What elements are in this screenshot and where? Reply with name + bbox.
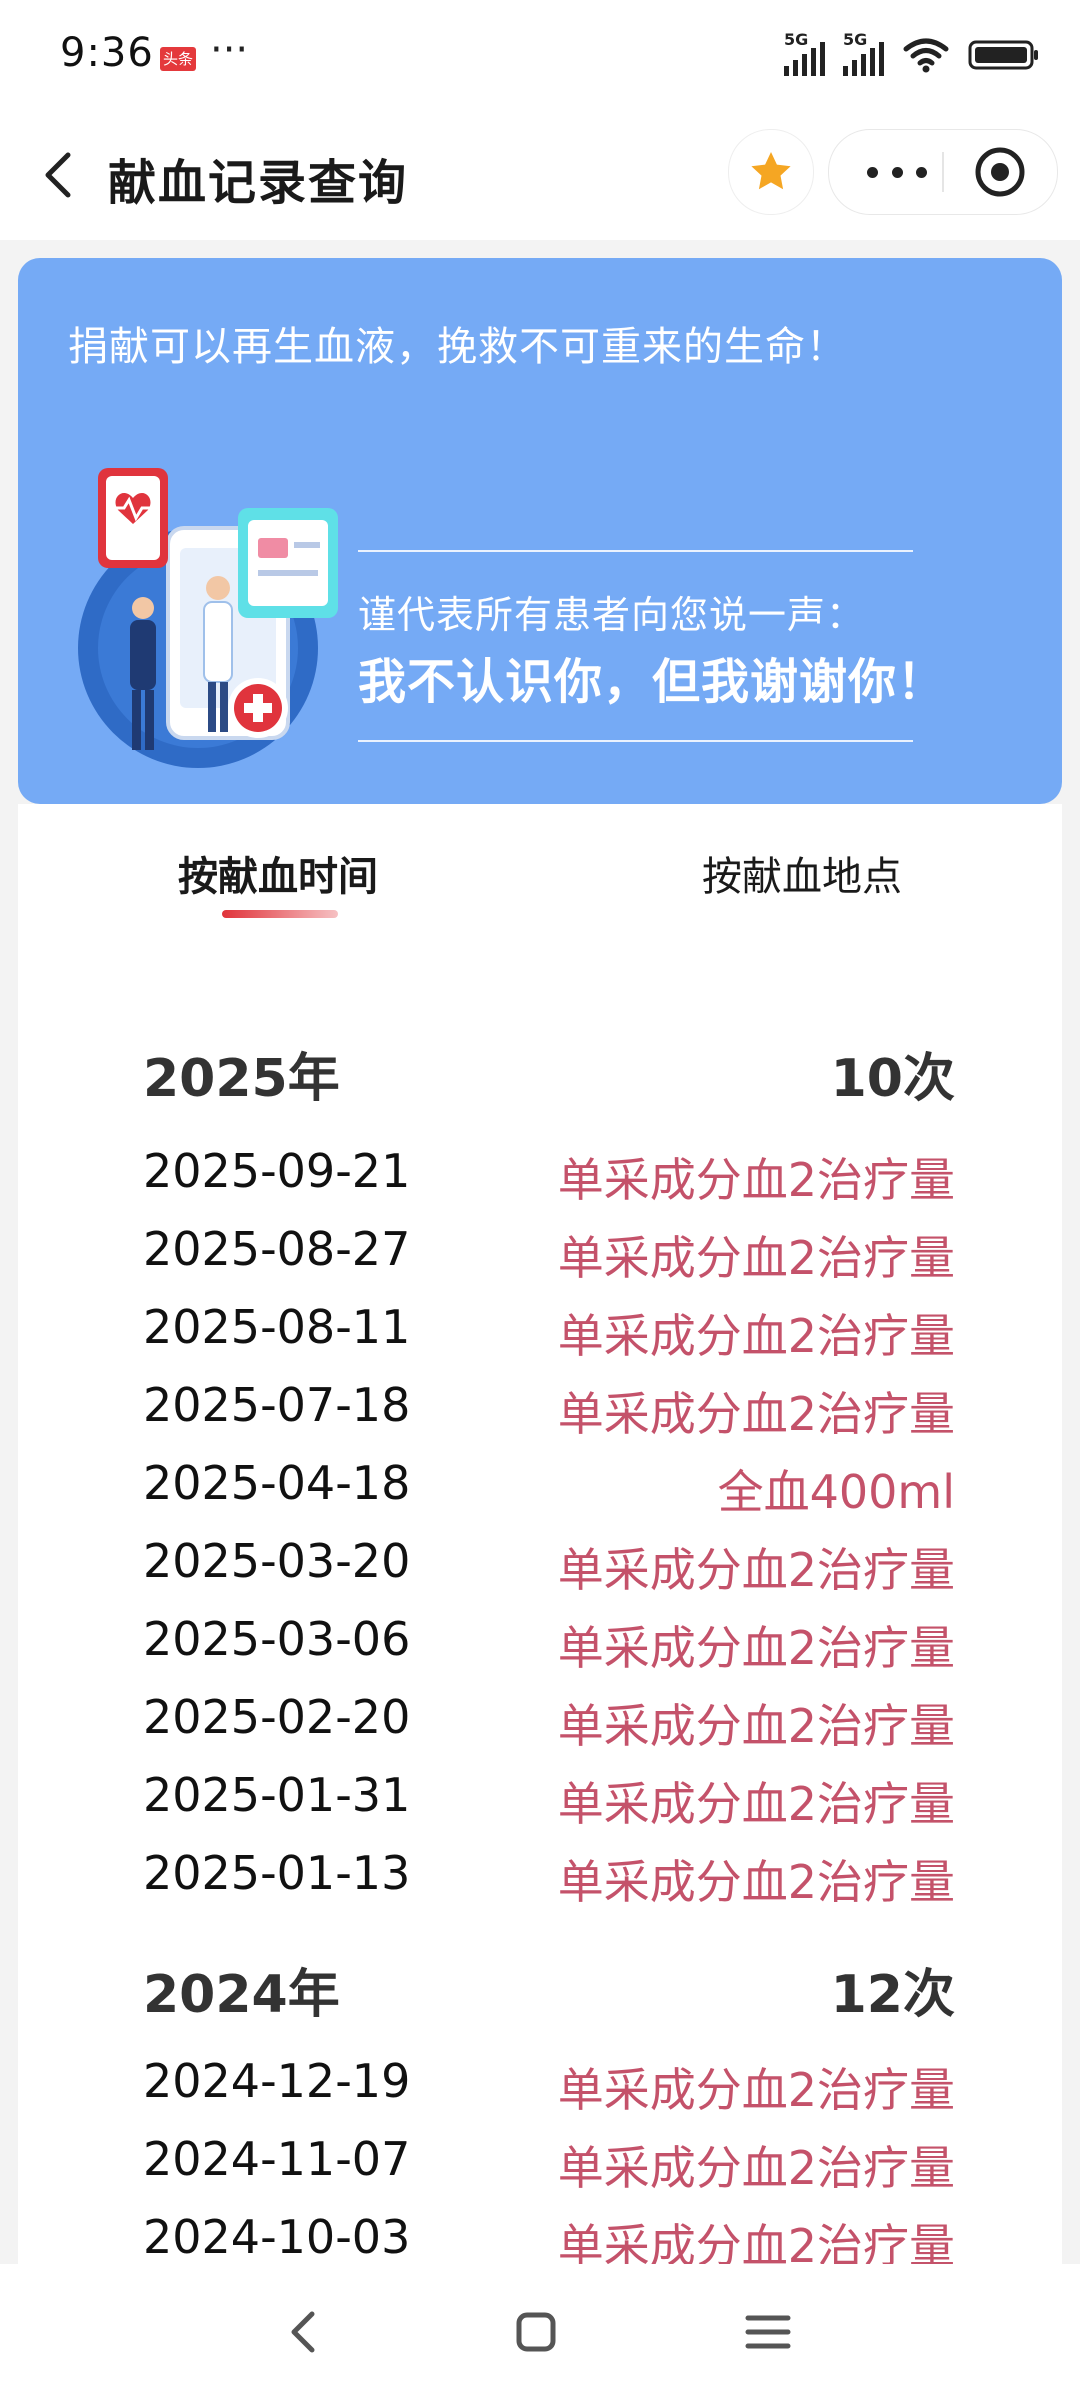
record-date: 2025-08-27 bbox=[143, 1222, 411, 1276]
signal-5g-icon-1: 5G bbox=[784, 30, 825, 76]
favorite-button[interactable] bbox=[728, 129, 814, 215]
dot-icon bbox=[916, 166, 927, 178]
record-row[interactable]: 2024-11-07 单采成分血2治疗量 bbox=[143, 2132, 955, 2195]
record-row[interactable]: 2025-03-20 单采成分血2治疗量 bbox=[143, 1534, 955, 1597]
banner-divider-bottom bbox=[358, 740, 913, 742]
records-panel: 按献血时间 按献血地点 2025年 10次 2025-09-21 单采成分血2治… bbox=[18, 804, 1062, 2264]
network-type-label: 5G bbox=[784, 30, 809, 49]
banner-divider-top bbox=[358, 550, 913, 552]
tab-by-time[interactable]: 按献血时间 bbox=[178, 844, 378, 902]
record-type: 单采成分血2治疗量 bbox=[557, 1309, 955, 1363]
signal-5g-icon-2: 5G bbox=[843, 30, 884, 76]
system-nav-bar bbox=[0, 2264, 1080, 2400]
year-label: 2025年 bbox=[143, 1049, 340, 1109]
record-row[interactable]: 2025-07-18 单采成分血2治疗量 bbox=[143, 1378, 955, 1441]
star-icon bbox=[751, 152, 791, 190]
dot-icon bbox=[891, 166, 903, 178]
record-row[interactable]: 2025-01-31 单采成分血2治疗量 bbox=[143, 1768, 955, 1831]
back-arrow-icon[interactable] bbox=[30, 145, 90, 205]
record-date: 2025-04-18 bbox=[143, 1456, 411, 1510]
banner-slogan: 捐献可以再生血液，挽救不可重来的生命！ bbox=[68, 324, 847, 370]
record-row[interactable]: 2025-02-20 单采成分血2治疗量 bbox=[143, 1690, 955, 1753]
status-more-dots: ··· bbox=[210, 27, 249, 73]
year-label: 2024年 bbox=[143, 1965, 340, 2025]
record-type: 单采成分血2治疗量 bbox=[557, 1777, 955, 1831]
record-date: 2024-11-07 bbox=[143, 2132, 411, 2186]
capsule-divider bbox=[942, 152, 944, 192]
record-row[interactable]: 2024-10-03 单采成分血2治疗量 bbox=[143, 2210, 955, 2264]
record-type: 单采成分血2治疗量 bbox=[557, 1153, 955, 1207]
active-tab-indicator bbox=[222, 910, 338, 918]
banner-subtitle: 谨代表所有患者向您说一声： bbox=[358, 593, 866, 637]
record-row[interactable]: 2025-08-11 单采成分血2治疗量 bbox=[143, 1300, 955, 1363]
record-type: 单采成分血2治疗量 bbox=[557, 1699, 955, 1753]
app-header: 献血记录查询 bbox=[0, 115, 1080, 240]
record-row[interactable]: 2025-08-27 单采成分血2治疗量 bbox=[143, 1222, 955, 1285]
record-date: 2025-09-21 bbox=[143, 1144, 411, 1198]
record-date: 2025-07-18 bbox=[143, 1378, 411, 1432]
year-header: 2024年 12次 bbox=[143, 1952, 955, 2025]
more-options-button[interactable] bbox=[867, 152, 927, 192]
nav-back-icon[interactable] bbox=[272, 2300, 336, 2364]
mini-program-capsule bbox=[828, 129, 1058, 215]
nav-home-icon[interactable] bbox=[504, 2300, 568, 2364]
record-row[interactable]: 2025-03-06 单采成分血2治疗量 bbox=[143, 1612, 955, 1675]
year-header: 2025年 10次 bbox=[143, 1036, 955, 1109]
dot-icon bbox=[867, 166, 878, 178]
record-row[interactable]: 2025-01-13 单采成分血2治疗量 bbox=[143, 1846, 955, 1909]
record-date: 2025-08-11 bbox=[143, 1300, 411, 1354]
record-type: 单采成分血2治疗量 bbox=[557, 1855, 955, 1909]
record-type: 单采成分血2治疗量 bbox=[557, 2141, 955, 2195]
banner-thanks: 我不认识你，但我谢谢你！ bbox=[358, 654, 947, 710]
record-date: 2025-02-20 bbox=[143, 1690, 411, 1744]
nav-menu-icon[interactable] bbox=[736, 2300, 800, 2364]
record-date: 2025-03-20 bbox=[143, 1534, 411, 1588]
record-date: 2024-12-19 bbox=[143, 2054, 411, 2108]
network-type-label: 5G bbox=[843, 30, 868, 49]
year-count: 12次 bbox=[830, 1965, 955, 2025]
record-row[interactable]: 2024-12-19 单采成分血2治疗量 bbox=[143, 2054, 955, 2117]
wifi-icon bbox=[903, 38, 949, 73]
battery-icon bbox=[968, 40, 1038, 70]
record-date: 2025-01-13 bbox=[143, 1846, 411, 1900]
close-target-icon[interactable] bbox=[974, 146, 1026, 198]
record-type: 单采成分血2治疗量 bbox=[557, 1621, 955, 1675]
year-count: 10次 bbox=[830, 1049, 955, 1109]
doctor-phone-illustration-icon bbox=[78, 468, 338, 768]
record-type: 单采成分血2治疗量 bbox=[557, 1231, 955, 1285]
donation-banner: 捐献可以再生血液，挽救不可重来的生命！ 谨代表所有患者向您说一声： 我不认识你，… bbox=[18, 258, 1062, 804]
page-title: 献血记录查询 bbox=[108, 155, 409, 211]
record-date: 2024-10-03 bbox=[143, 2210, 411, 2264]
status-indicators: 5G 5G bbox=[784, 30, 1040, 76]
record-row[interactable]: 2025-09-21 单采成分血2治疗量 bbox=[143, 1144, 955, 1207]
record-date: 2025-03-06 bbox=[143, 1612, 411, 1666]
tab-by-location[interactable]: 按献血地点 bbox=[702, 844, 902, 902]
record-type: 单采成分血2治疗量 bbox=[557, 2219, 955, 2264]
toutiao-badge-icon: 头条 bbox=[160, 47, 196, 71]
record-date: 2025-01-31 bbox=[143, 1768, 411, 1822]
record-type: 单采成分血2治疗量 bbox=[557, 1387, 955, 1441]
record-type: 单采成分血2治疗量 bbox=[557, 2063, 955, 2117]
status-bar: 9:36 头条 ··· 5G 5G bbox=[0, 0, 1080, 115]
record-type: 单采成分血2治疗量 bbox=[557, 1543, 955, 1597]
record-row[interactable]: 2025-04-18 全血400ml bbox=[143, 1456, 955, 1519]
status-time: 9:36 bbox=[60, 30, 154, 76]
record-type: 全血400ml bbox=[717, 1465, 955, 1519]
